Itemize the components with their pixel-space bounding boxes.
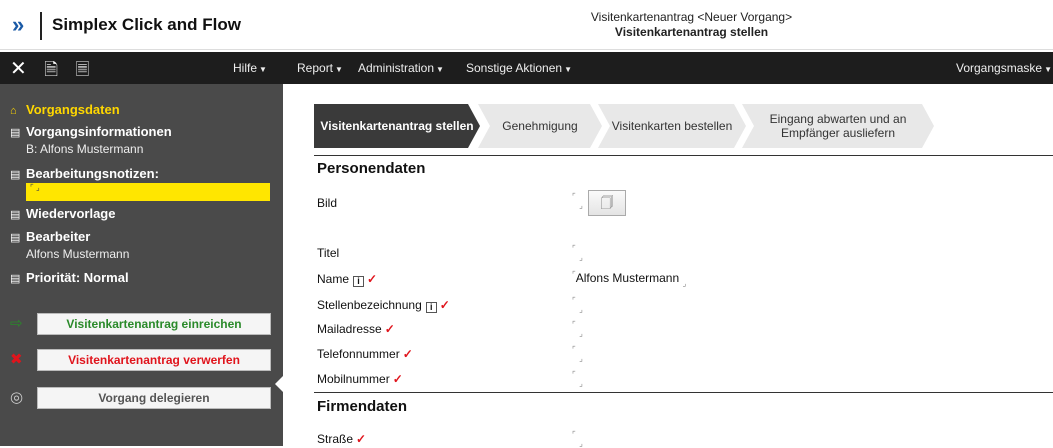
document-title-sub: Visitenkartenantrag stellen — [614, 25, 769, 39]
arrow-right-icon: ⇨ — [10, 315, 23, 332]
document-icon: ▤ — [10, 273, 21, 285]
document-icon: ▤ — [10, 169, 21, 181]
delegate-button[interactable]: Vorgang delegieren — [37, 387, 271, 409]
sidebar-vorgangsinfo-sub: B: Alfons Mustermann — [26, 142, 144, 156]
menu-report[interactable]: Report ▼ — [297, 61, 343, 75]
sidebar-item-vorgangsinformationen[interactable]: ▤ Vorgangsinformationen — [10, 124, 172, 139]
required-icon: ✓ — [392, 372, 403, 386]
close-icon[interactable]: ✕ — [10, 58, 33, 80]
step-visitenkarten-bestellen[interactable]: Visitenkarten bestellen — [598, 104, 746, 148]
new-document-icon[interactable]: 🗎 — [44, 60, 64, 79]
step-eingang-abwarten[interactable]: Eingang abwarten und an Empfänger auslie… — [742, 104, 934, 148]
strasse-field[interactable]: ⌜ ⌟ — [572, 430, 583, 448]
field-bracket-icon: ⌜ ⌟ — [30, 183, 40, 192]
sidebar-item-vorgangsdaten[interactable]: ⌂ Vorgangsdaten — [10, 102, 120, 117]
document-title-main: Visitenkartenantrag <Neuer Vorgang> — [590, 10, 793, 24]
sidebar-item-wiedervorlage[interactable]: ▤ Wiedervorlage — [10, 206, 115, 221]
label-bild: Bild — [317, 196, 338, 210]
label-telefonnummer: Telefonnummer ✓ — [317, 347, 413, 361]
label-name: Name i ✓ — [317, 272, 378, 287]
divider — [314, 392, 1053, 393]
discard-request-button[interactable]: Visitenkartenantrag verwerfen — [37, 349, 271, 371]
required-icon: ✓ — [356, 432, 367, 446]
upload-image-icon[interactable]: 🗍 — [588, 190, 626, 216]
mobilnummer-field[interactable]: ⌜ ⌟ — [572, 370, 583, 388]
sidebar: ⌂ Vorgangsdaten ▤ Vorgangsinformationen B:… — [0, 84, 283, 446]
required-icon: ✓ — [402, 347, 413, 361]
name-value: Alfons Mustermann — [575, 271, 680, 285]
submit-request-button[interactable]: Visitenkartenantrag einreichen — [37, 313, 271, 335]
menu-vorgangsmaske[interactable]: Vorgangsmaske ▼ — [956, 61, 1052, 75]
document-icon: ▤ — [10, 209, 21, 221]
save-icon[interactable]: 🗏 — [76, 60, 96, 79]
name-field[interactable]: ⌜Alfons Mustermann ⌟ — [572, 270, 686, 288]
toolbar-icons[interactable]: ✕ 🗎 🗏 — [10, 56, 95, 86]
discard-icon: ✖ — [10, 351, 23, 368]
label-strasse: Straße ✓ — [317, 432, 367, 446]
section-firmendaten: Firmendaten — [317, 398, 408, 415]
label-mailadresse: Mailadresse ✓ — [317, 322, 395, 336]
sidebar-item-prioritaet[interactable]: ▤ Priorität: Normal — [10, 270, 129, 285]
telefonnummer-field[interactable]: ⌜ ⌟ — [572, 345, 583, 363]
menu-bar: ✕ 🗎 🗏 Hilfe ▼ Report ▼ Administration ▼ Son… — [0, 52, 1053, 84]
menu-administration[interactable]: Administration ▼ — [358, 61, 444, 75]
titel-field[interactable]: ⌜ ⌟ — [572, 244, 583, 262]
label-mobilnummer: Mobilnummer ✓ — [317, 372, 403, 386]
bild-field[interactable]: ⌜ ⌟ — [572, 192, 583, 210]
divider — [314, 155, 1053, 156]
label-stellenbezeichnung: Stellenbezeichnung i ✓ — [317, 298, 450, 313]
menu-sonstige-aktionen[interactable]: Sonstige Aktionen ▼ — [466, 61, 572, 75]
info-icon[interactable]: i — [425, 302, 437, 313]
required-icon: ✓ — [384, 322, 395, 336]
mailadresse-field[interactable]: ⌜ ⌟ — [572, 320, 583, 338]
required-icon: ✓ — [439, 298, 450, 312]
delegate-icon: ◎ — [10, 389, 24, 406]
notes-input[interactable]: ⌜ ⌟ — [26, 183, 270, 201]
sidebar-item-bearbeitungsnotizen[interactable]: ▤ Bearbeitungsnotizen: — [10, 166, 159, 181]
info-icon[interactable]: i — [353, 276, 365, 287]
section-personendaten: Personendaten — [317, 160, 426, 177]
sidebar-bearbeiter-sub: Alfons Mustermann — [26, 247, 130, 261]
step-genehmigung[interactable]: Genehmigung — [478, 104, 602, 148]
sidebar-item-bearbeiter[interactable]: ▤ Bearbeiter — [10, 229, 90, 244]
home-icon: ⌂ — [10, 105, 17, 117]
document-title: Visitenkartenantrag <Neuer Vorgang> Visi… — [0, 10, 1053, 40]
label-titel: Titel — [317, 246, 340, 260]
sidebar-collapse-handle[interactable] — [275, 376, 283, 392]
title-bar: » Simplex Click and Flow Visitenkartenan… — [0, 0, 1053, 50]
document-icon: ▤ — [10, 232, 21, 244]
document-icon: ▤ — [10, 127, 21, 139]
step-visitenkartenantrag-stellen[interactable]: Visitenkartenantrag stellen — [314, 104, 480, 148]
stellenbezeichnung-field[interactable]: ⌜ ⌟ — [572, 296, 583, 314]
required-icon: ✓ — [367, 272, 378, 286]
menu-help[interactable]: Hilfe ▼ — [233, 61, 267, 75]
